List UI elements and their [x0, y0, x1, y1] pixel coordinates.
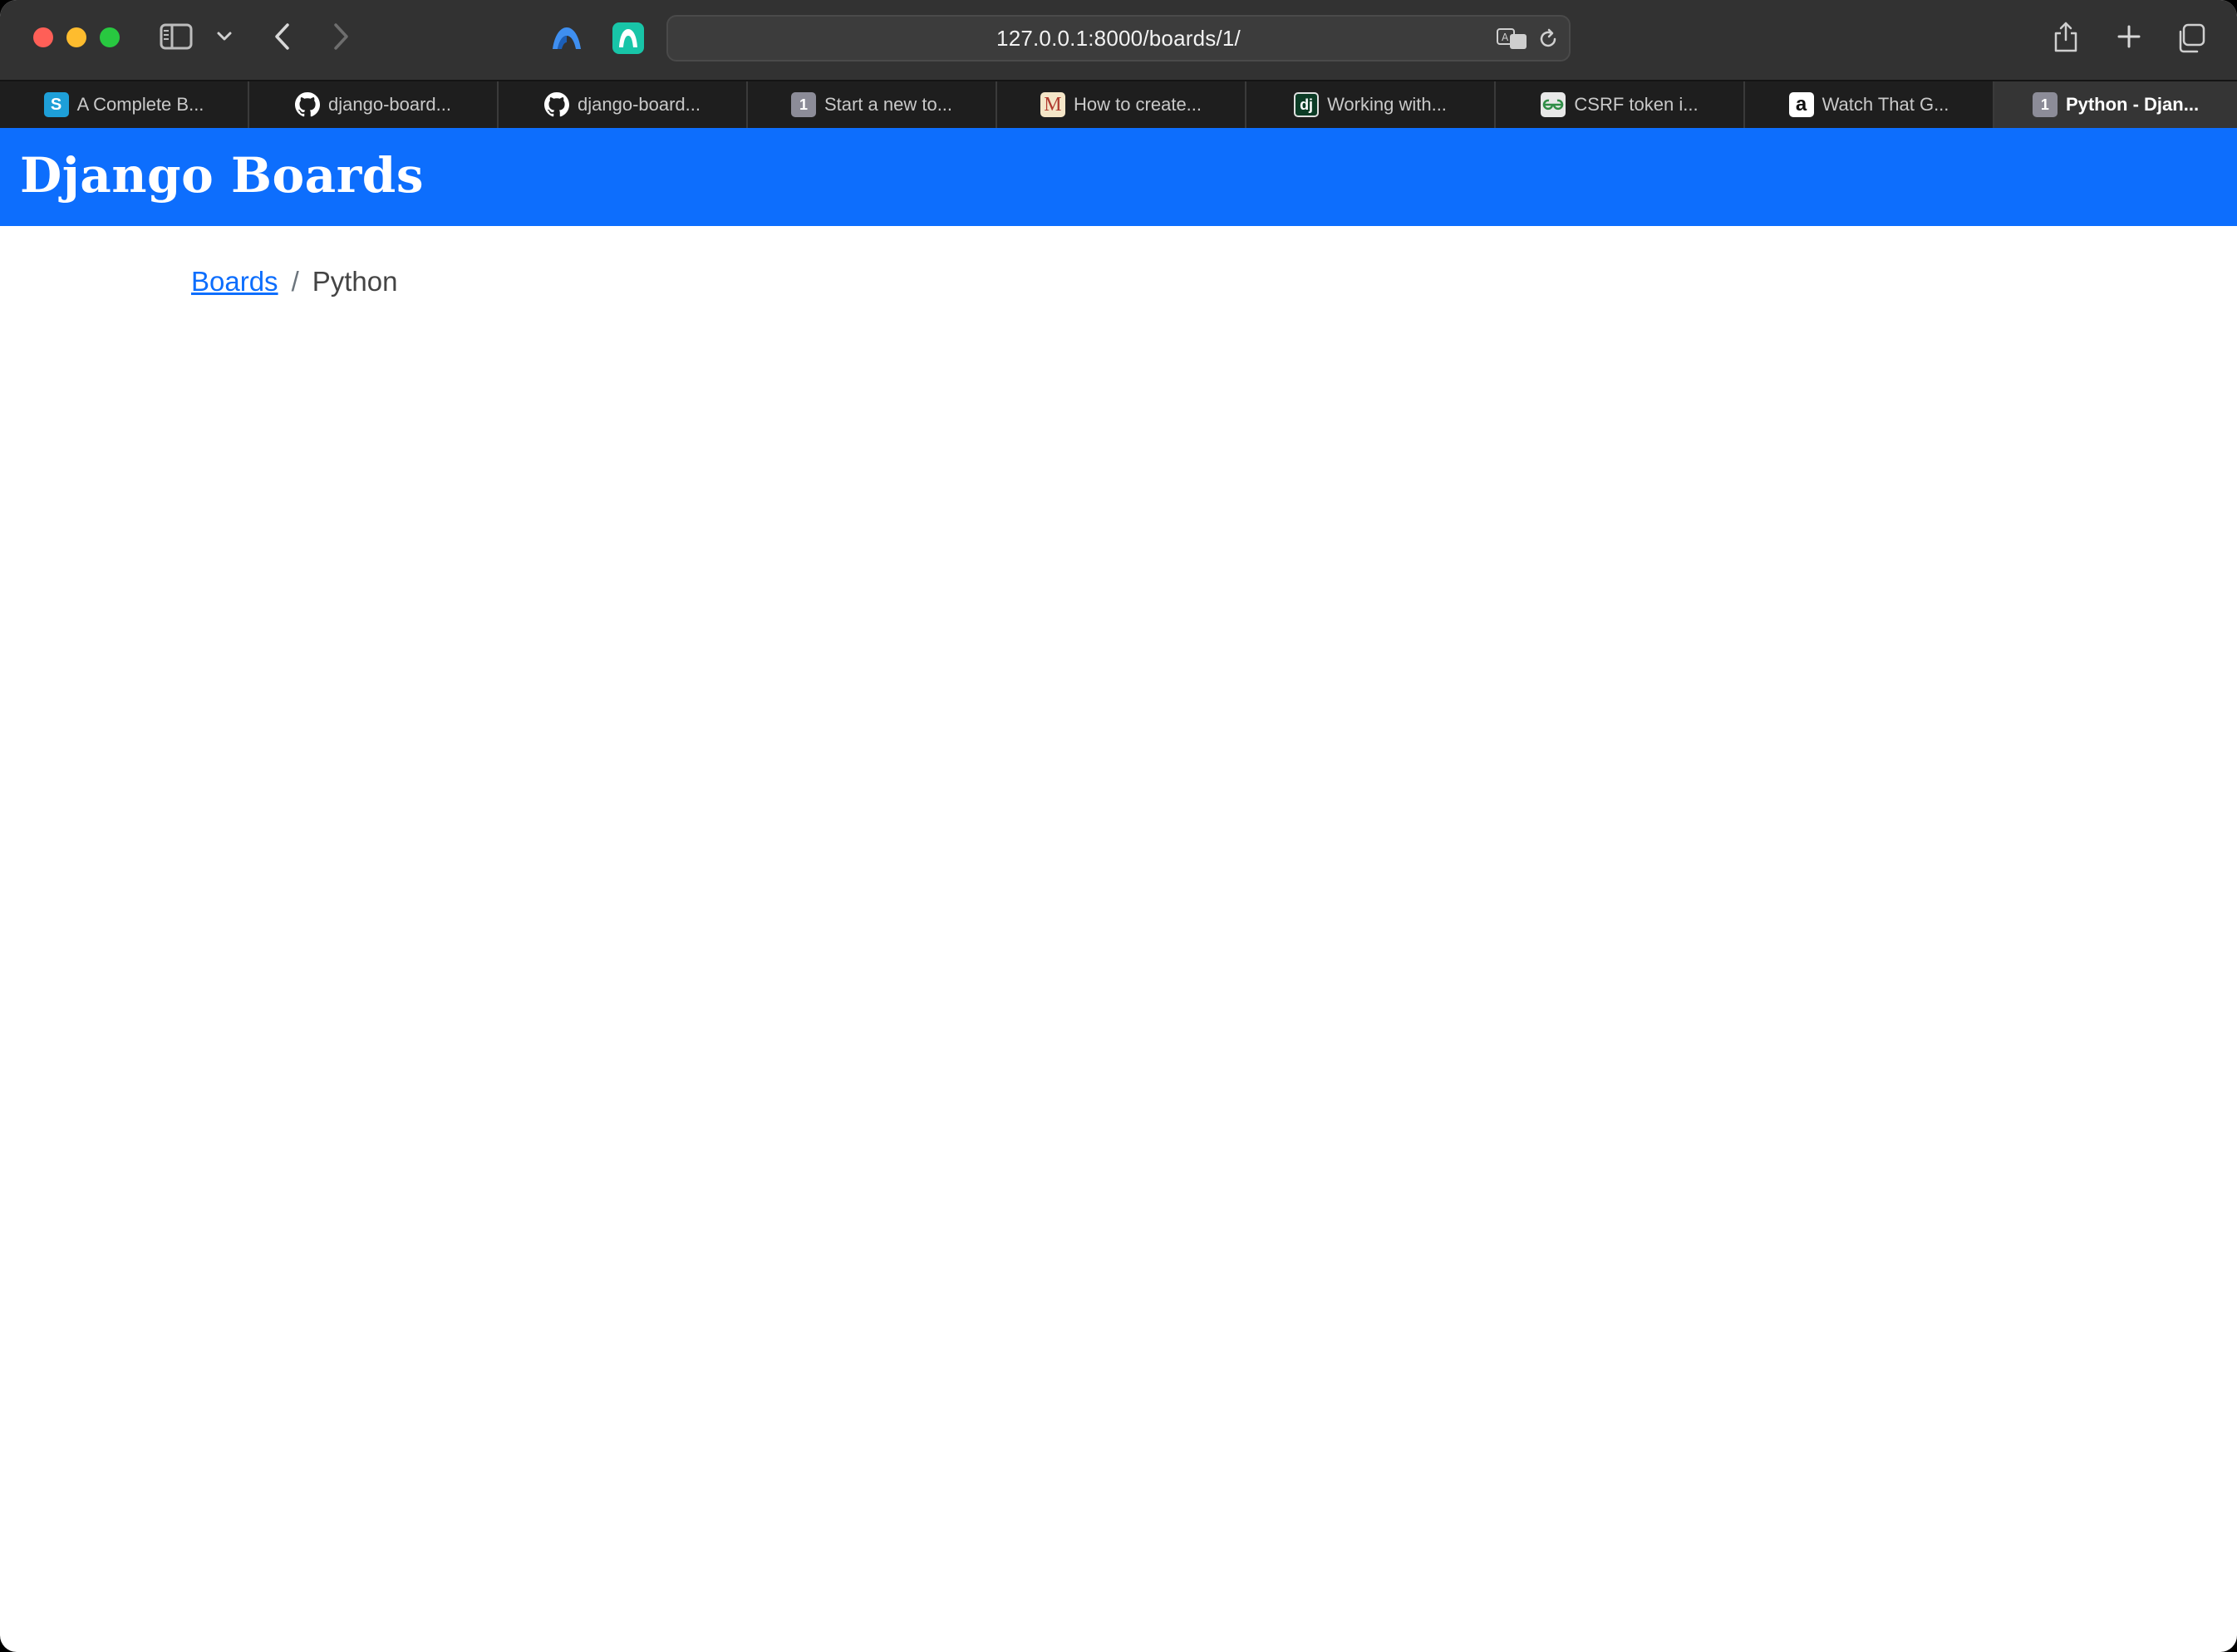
number-one-favicon-icon: 1 — [2032, 92, 2058, 117]
brand-logo-link[interactable]: Django Boards — [20, 146, 424, 204]
tab-label: django-board... — [578, 94, 701, 115]
tab-label: A Complete B... — [76, 94, 204, 115]
close-window-button[interactable] — [33, 27, 53, 47]
tab-label: How to create... — [1073, 94, 1202, 115]
tab-overview-icon[interactable] — [2172, 20, 2209, 57]
tab-label: Python - Djan... — [2065, 94, 2200, 115]
tab-label: CSRF token i... — [1574, 94, 1699, 115]
tab-label: Start a new to... — [824, 94, 953, 115]
browser-tab[interactable]: django-board... — [249, 81, 499, 128]
django-favicon-icon: dj — [1294, 92, 1320, 117]
geeksforgeeks-icon — [1541, 92, 1566, 117]
tab-bar: S A Complete B... django-board... django… — [0, 80, 2237, 128]
browser-window: 127.0.0.1:8000/boards/1/ A S A Complete … — [0, 0, 2237, 1652]
browser-tab[interactable]: 1 Start a new to... — [748, 81, 997, 128]
browser-tab-active[interactable]: 1 Python - Djan... — [1994, 81, 2237, 128]
browser-tab[interactable]: M How to create... — [997, 81, 1246, 128]
tab-label: Watch That G... — [1822, 94, 1949, 115]
browser-toolbar: 127.0.0.1:8000/boards/1/ A — [0, 0, 2237, 80]
github-icon — [544, 92, 569, 117]
forward-arrow-icon[interactable] — [324, 20, 357, 53]
browser-tab[interactable]: dj Working with... — [1246, 81, 1496, 128]
breadcrumb-boards-link[interactable]: Boards — [191, 266, 278, 297]
url-text[interactable]: 127.0.0.1:8000/boards/1/ — [668, 17, 1569, 60]
browser-tab[interactable]: CSRF token i... — [1496, 81, 1745, 128]
chevron-down-icon[interactable] — [214, 27, 234, 47]
browser-tab[interactable]: S A Complete B... — [0, 81, 249, 128]
new-tab-plus-icon[interactable] — [2111, 18, 2147, 55]
tab-label: Working with... — [1327, 94, 1447, 115]
browser-tab[interactable]: django-board... — [499, 81, 748, 128]
share-icon[interactable] — [2049, 17, 2082, 57]
maximize-window-button[interactable] — [100, 27, 120, 47]
amazon-icon: a — [1788, 92, 1814, 117]
tab-label: django-board... — [328, 94, 451, 115]
number-one-favicon-icon: 1 — [790, 92, 816, 117]
breadcrumb: Boards / Python — [191, 266, 397, 297]
s-favicon-icon: S — [43, 92, 69, 117]
sidebar-toggle-icon[interactable] — [158, 22, 194, 52]
vpn-extension-icon[interactable] — [548, 22, 585, 55]
translate-icon[interactable]: A — [1496, 27, 1529, 52]
site-navbar: Django Boards — [0, 128, 2237, 226]
breadcrumb-separator: / — [291, 266, 299, 297]
medium-favicon-icon: M — [1040, 92, 1065, 117]
breadcrumb-current: Python — [312, 266, 398, 297]
address-bar[interactable]: 127.0.0.1:8000/boards/1/ A — [666, 15, 1571, 61]
browser-tab[interactable]: a Watch That G... — [1745, 81, 1994, 128]
minimize-window-button[interactable] — [66, 27, 86, 47]
reload-icon[interactable] — [1536, 27, 1561, 52]
back-arrow-icon[interactable] — [266, 20, 299, 53]
github-icon — [295, 92, 320, 117]
surfshark-extension-icon[interactable] — [612, 22, 645, 55]
svg-text:A: A — [1502, 32, 1509, 43]
